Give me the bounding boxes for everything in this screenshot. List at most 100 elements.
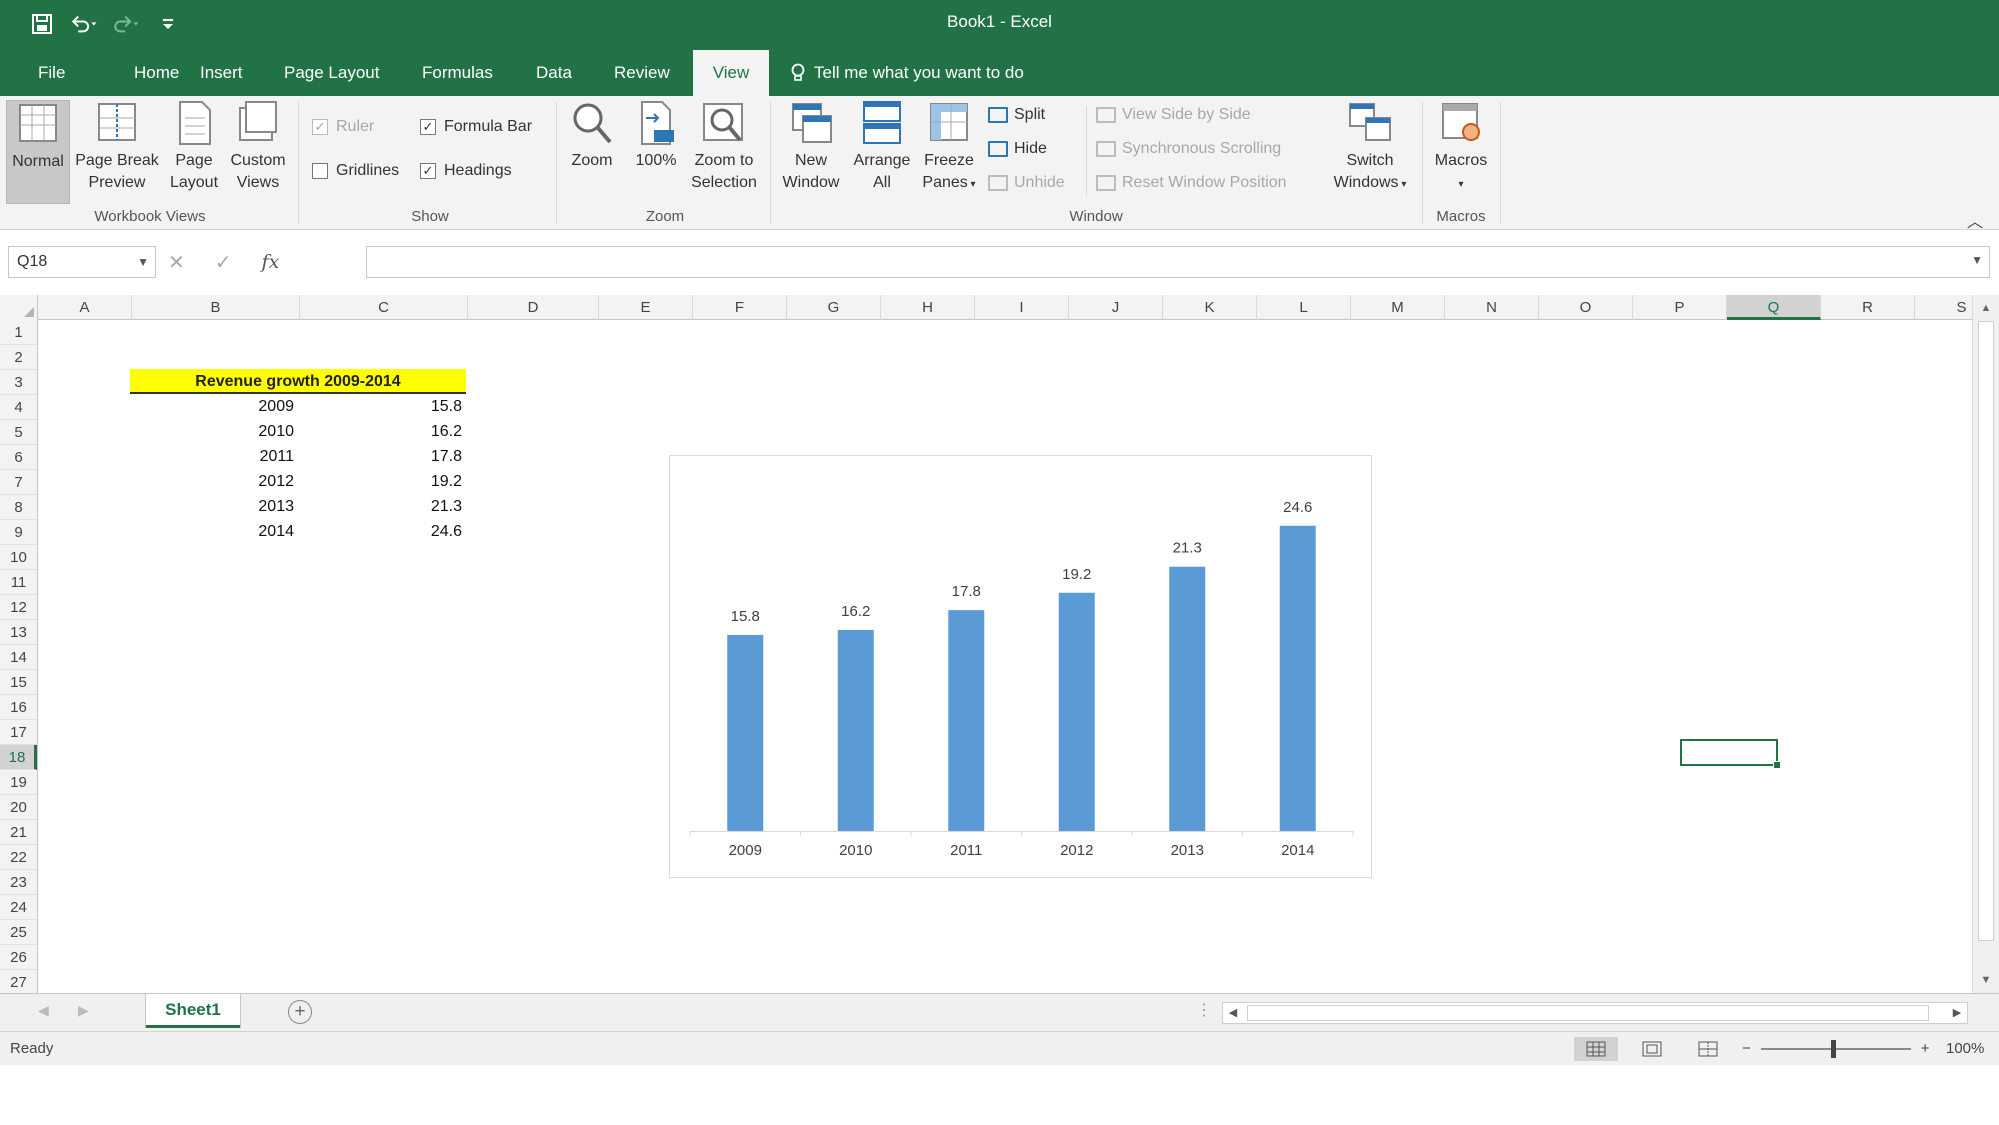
macros-button[interactable]: Macros ▾ [1428, 100, 1494, 204]
column-header-h[interactable]: H [881, 295, 975, 320]
column-header-c[interactable]: C [300, 295, 468, 320]
cell-value[interactable]: 16.2 [300, 419, 462, 444]
zoom-100-button[interactable]: 100% [626, 100, 686, 204]
reset-window-position-button[interactable]: Reset Window Position [1096, 174, 1287, 192]
tab-file[interactable]: File [28, 50, 75, 96]
collapse-ribbon-icon[interactable]: ︿ [1967, 208, 1983, 232]
chart-bar-2011[interactable] [948, 610, 985, 831]
sheet-tab-sheet1[interactable]: Sheet1 [146, 994, 240, 1028]
cell-year[interactable]: 2011 [132, 444, 294, 469]
row-header-1[interactable]: 1 [0, 320, 37, 345]
scroll-up-icon[interactable]: ▲ [1973, 297, 1999, 319]
row-header-5[interactable]: 5 [0, 420, 37, 445]
chart-bar-2014[interactable] [1279, 525, 1316, 831]
horizontal-scrollbar[interactable]: ◀ ▶ [1222, 1002, 1968, 1024]
column-header-n[interactable]: N [1445, 295, 1539, 320]
cell-value[interactable]: 19.2 [300, 469, 462, 494]
splitter-handle-icon[interactable]: ⋮ [1196, 1000, 1212, 1020]
row-header-4[interactable]: 4 [0, 395, 37, 420]
page-break-preview-button[interactable]: Page Break Preview [72, 100, 162, 204]
hscroll-thumb[interactable] [1247, 1005, 1929, 1021]
split-button[interactable]: Split [988, 106, 1045, 124]
unhide-button[interactable]: Unhide [988, 174, 1065, 192]
normal-view-button[interactable]: Normal [6, 100, 70, 204]
row-header-13[interactable]: 13 [0, 620, 37, 645]
column-header-j[interactable]: J [1069, 295, 1163, 320]
select-all-corner[interactable] [0, 295, 38, 320]
row-header-17[interactable]: 17 [0, 720, 37, 745]
tab-home[interactable]: Home [124, 50, 189, 96]
zoom-in-icon[interactable]: + [1921, 1040, 1930, 1057]
chart-bar-2012[interactable] [1058, 592, 1095, 831]
scroll-thumb[interactable] [1978, 321, 1994, 941]
column-header-e[interactable]: E [599, 295, 693, 320]
zoom-button[interactable]: Zoom [564, 100, 620, 204]
formula-input[interactable]: ▼ [366, 246, 1990, 278]
column-header-r[interactable]: R [1821, 295, 1915, 320]
freeze-panes-button[interactable]: Freeze Panes ▾ [918, 100, 980, 204]
column-header-o[interactable]: O [1539, 295, 1633, 320]
row-header-20[interactable]: 20 [0, 795, 37, 820]
cell-year[interactable]: 2010 [132, 419, 294, 444]
row-header-18[interactable]: 18 [0, 745, 37, 770]
row-header-21[interactable]: 21 [0, 820, 37, 845]
tab-insert[interactable]: Insert [190, 50, 253, 96]
cell-year[interactable]: 2012 [132, 469, 294, 494]
column-header-l[interactable]: L [1257, 295, 1351, 320]
row-header-24[interactable]: 24 [0, 895, 37, 920]
column-header-m[interactable]: M [1351, 295, 1445, 320]
chart-bar-2013[interactable] [1169, 566, 1206, 831]
column-header-f[interactable]: F [693, 295, 787, 320]
row-header-19[interactable]: 19 [0, 770, 37, 795]
cell-value[interactable]: 15.8 [300, 394, 462, 419]
row-header-3[interactable]: 3 [0, 370, 37, 395]
row-header-14[interactable]: 14 [0, 645, 37, 670]
table-header-cell[interactable]: Revenue growth 2009-2014 [130, 369, 466, 394]
cell-year[interactable]: 2009 [132, 394, 294, 419]
worksheet-grid[interactable]: ABCDEFGHIJKLMNOPQRS 1 2 3 4 5 6 7 8 9 10 11 12 13 14 1… [0, 295, 1972, 993]
page-break-status-button[interactable] [1686, 1037, 1730, 1061]
row-header-12[interactable]: 12 [0, 595, 37, 620]
tab-formulas[interactable]: Formulas [412, 50, 503, 96]
scroll-down-icon[interactable]: ▼ [1973, 969, 1999, 991]
column-header-p[interactable]: P [1633, 295, 1727, 320]
row-header-8[interactable]: 8 [0, 495, 37, 520]
cell-value[interactable]: 24.6 [300, 519, 462, 544]
new-window-button[interactable]: New Window [776, 100, 846, 204]
cell-value[interactable]: 21.3 [300, 494, 462, 519]
row-header-10[interactable]: 10 [0, 545, 37, 570]
row-header-15[interactable]: 15 [0, 670, 37, 695]
scroll-right-icon[interactable]: ▶ [1947, 1003, 1967, 1023]
chevron-down-icon[interactable]: ▼ [1971, 253, 1983, 267]
tab-view[interactable]: View [693, 50, 769, 96]
chevron-down-icon[interactable]: ▼ [137, 247, 149, 277]
view-side-by-side-button[interactable]: View Side by Side [1096, 106, 1251, 124]
selected-cell-q18[interactable] [1680, 739, 1781, 769]
custom-views-button[interactable]: Custom Views [226, 100, 290, 204]
sheet-prev-icon[interactable]: ◀ [38, 1002, 49, 1019]
row-header-9[interactable]: 9 [0, 520, 37, 545]
cell-year[interactable]: 2014 [132, 519, 294, 544]
row-header-27[interactable]: 27 [0, 970, 37, 993]
headings-checkbox[interactable]: ✓ Headings [420, 162, 512, 180]
tab-page-layout[interactable]: Page Layout [274, 50, 389, 96]
column-header-b[interactable]: B [132, 295, 300, 320]
vertical-scrollbar[interactable]: ▲ ▼ [1972, 295, 1999, 993]
column-header-i[interactable]: I [975, 295, 1069, 320]
row-header-22[interactable]: 22 [0, 845, 37, 870]
column-header-s[interactable]: S [1915, 295, 1972, 320]
zoom-to-selection-button[interactable]: Zoom to Selection [686, 100, 762, 204]
switch-windows-button[interactable]: Switch Windows ▾ [1322, 100, 1418, 204]
zoom-track[interactable] [1760, 1039, 1911, 1058]
zoom-knob[interactable] [1830, 1039, 1836, 1058]
zoom-out-icon[interactable]: − [1742, 1040, 1751, 1057]
insert-function-icon[interactable]: fx [262, 251, 280, 273]
enter-icon[interactable]: ✓ [215, 250, 232, 275]
formula-bar-checkbox[interactable]: ✓ Formula Bar [420, 118, 532, 136]
ruler-checkbox[interactable]: ✓ Ruler [312, 118, 374, 136]
cell-value[interactable]: 17.8 [300, 444, 462, 469]
tell-me-box[interactable]: Tell me what you want to do [790, 50, 1024, 96]
hide-button[interactable]: Hide [988, 140, 1047, 158]
tab-data[interactable]: Data [526, 50, 582, 96]
row-header-16[interactable]: 16 [0, 695, 37, 720]
